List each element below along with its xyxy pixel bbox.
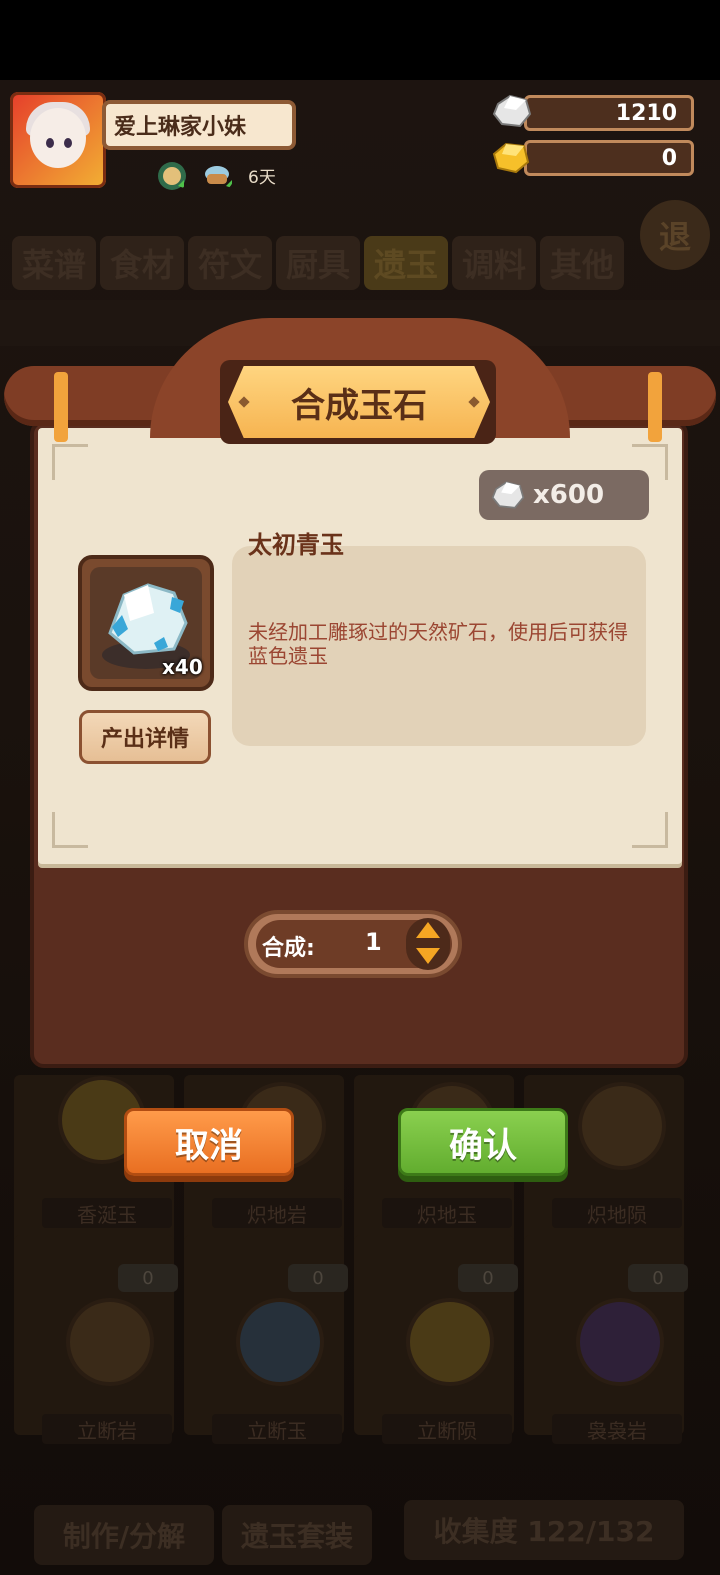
item-name: 太初青玉	[248, 531, 344, 559]
grid-item-label: 立断陨	[382, 1414, 512, 1444]
gold-counter: 0	[524, 140, 694, 176]
tab-runes[interactable]: 符文	[188, 236, 272, 290]
jade-coin-icon	[406, 1298, 494, 1386]
craft-decompose-button[interactable]: 制作/分解	[34, 1505, 214, 1565]
cost-display: x600	[479, 470, 649, 520]
cost-value: x600	[533, 480, 605, 510]
quantity-label: 合成:	[262, 936, 315, 961]
dialog-title: 合成玉石	[228, 366, 490, 438]
item-count: x40	[162, 655, 203, 679]
grid-item-label: 炽地玉	[382, 1198, 512, 1228]
top-bar	[0, 0, 720, 80]
item-count-badge: 0	[628, 1264, 688, 1292]
item-slot[interactable]: x40	[78, 555, 214, 691]
confirm-button[interactable]: 确认	[398, 1108, 568, 1176]
jade-coin-icon	[236, 1298, 324, 1386]
item-description: 未经加工雕琢过的天然矿石，使用后可获得蓝色遗玉	[248, 620, 628, 668]
tab-recipes[interactable]: 菜谱	[12, 236, 96, 290]
jade-coin-icon	[576, 1298, 664, 1386]
tab-other[interactable]: 其他	[540, 236, 624, 290]
exit-button[interactable]: 退	[640, 200, 710, 270]
item-count-badge: 0	[288, 1264, 348, 1292]
jade-set-button[interactable]: 遗玉套装	[222, 1505, 372, 1565]
gold-ingot-icon	[492, 142, 530, 174]
output-details-button[interactable]: 产出详情	[79, 710, 211, 764]
grid-item-label: 袅袅岩	[552, 1414, 682, 1444]
grid-item-label: 立断岩	[42, 1414, 172, 1444]
increase-arrow-icon[interactable]	[416, 922, 440, 938]
quantity-value[interactable]: 1	[365, 928, 382, 956]
cancel-button[interactable]: 取消	[124, 1108, 294, 1176]
item-count-badge: 0	[118, 1264, 178, 1292]
food-plate-icon[interactable]	[156, 160, 188, 192]
silver-stone-icon	[492, 94, 532, 128]
jade-coin-icon	[578, 1082, 666, 1170]
category-tabs: 菜谱 食材 符文 厨具 遗玉 调料 其他	[12, 236, 624, 294]
grid-item-label: 炽地岩	[212, 1198, 342, 1228]
grid-item-label: 炽地陨	[552, 1198, 682, 1228]
item-count-badge: 0	[458, 1264, 518, 1292]
grid-item-label: 香涎玉	[42, 1198, 172, 1228]
tab-seasoning[interactable]: 调料	[452, 236, 536, 290]
tab-jade[interactable]: 遗玉	[364, 236, 448, 290]
cooking-pot-icon[interactable]	[202, 160, 234, 192]
silver-counter: 1210	[524, 95, 694, 131]
tab-utensils[interactable]: 厨具	[276, 236, 360, 290]
tab-ingredients[interactable]: 食材	[100, 236, 184, 290]
grid-item-label: 立断玉	[212, 1414, 342, 1444]
collection-progress[interactable]: 收集度 122/132	[404, 1500, 684, 1560]
jade-coin-icon	[66, 1298, 154, 1386]
decrease-arrow-icon[interactable]	[416, 948, 440, 964]
days-counter: 6天	[248, 168, 276, 188]
player-name: 爱上琳家小妹	[102, 100, 296, 150]
avatar[interactable]	[10, 92, 106, 188]
silver-stone-icon	[491, 481, 525, 509]
